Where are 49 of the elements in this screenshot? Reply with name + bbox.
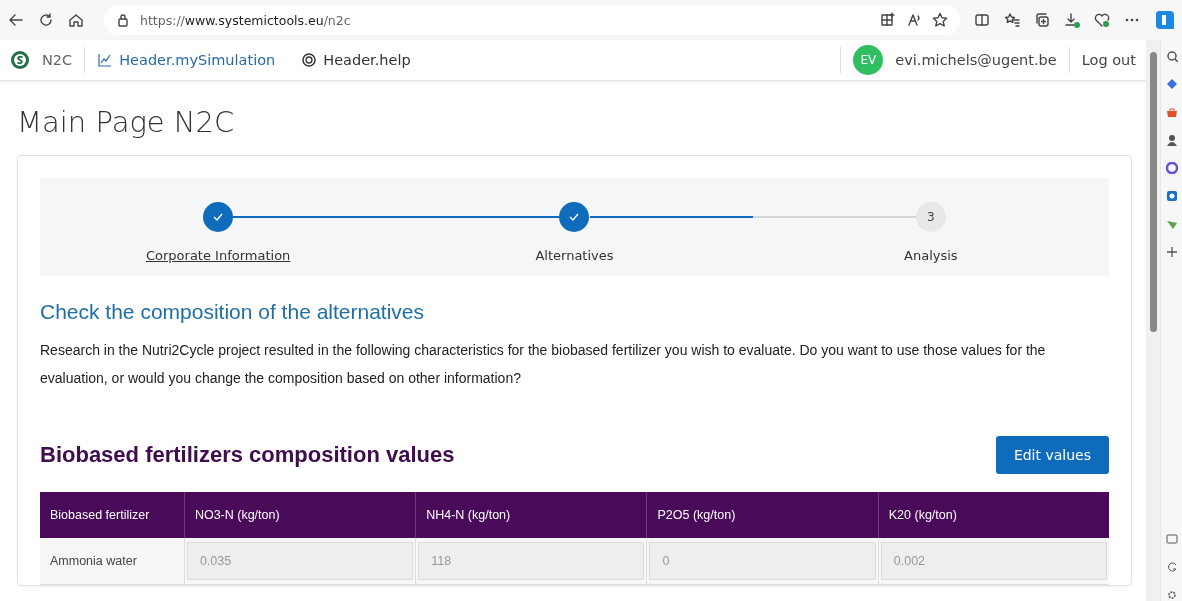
page-title: Main Page N2C [17, 105, 236, 139]
ring-icon[interactable] [1165, 162, 1178, 174]
diamond-icon[interactable] [1165, 78, 1178, 90]
logout-link[interactable]: Log out [1081, 52, 1136, 68]
home-icon[interactable] [68, 12, 84, 28]
column-header: NO3-N (kg/ton) [184, 492, 416, 538]
download-icon[interactable] [1064, 12, 1080, 28]
table-cell: Ammonia water [40, 538, 185, 585]
back-icon[interactable] [8, 12, 24, 28]
star-icon[interactable] [932, 12, 948, 28]
collections-icon[interactable] [1034, 12, 1050, 28]
check-icon [212, 211, 225, 223]
column-header: NH4-N (kg/ton) [415, 492, 647, 538]
reload-icon[interactable] [38, 12, 54, 28]
description-text: Research in the Nutri2Cycle project resulted in the following characteristics for the biobased fertilizer you wish to evaluate. Do you want to use those values for the evaluation, or would you change the composition based on other information? [40, 341, 1047, 388]
read-aloud-icon[interactable] [906, 12, 922, 28]
shopping-bag-icon[interactable] [1165, 106, 1178, 118]
step-link[interactable]: Corporate Information [145, 248, 291, 263]
app-add-icon[interactable] [880, 12, 896, 28]
settings-icon[interactable] [1165, 589, 1178, 601]
split-screen-icon[interactable] [974, 12, 990, 28]
address-field[interactable]: https://www.systemictools.eu/n2c [140, 12, 351, 28]
favorites-icon[interactable] [1004, 12, 1020, 28]
step-label: Analysis [904, 248, 958, 263]
step-number: 3 [915, 202, 946, 232]
edit-values-button[interactable]: Edit values [995, 436, 1109, 474]
column-header: K20 (kg/ton) [878, 492, 1109, 538]
user-email: evi.michels@ugent.be [895, 52, 1057, 68]
health-icon[interactable] [1094, 12, 1110, 28]
send-icon[interactable] [1165, 218, 1178, 230]
search-icon[interactable] [1165, 50, 1178, 62]
help-icon [301, 52, 318, 68]
chart-icon [97, 52, 114, 68]
logo-icon [10, 50, 30, 70]
table-title: Biobased fertilizers composition values [40, 442, 455, 468]
step-label: Alternatives [535, 248, 614, 263]
refresh-icon[interactable] [1165, 561, 1178, 573]
check-icon [568, 211, 581, 223]
nav-link[interactable]: Header.help [301, 52, 411, 68]
person-icon[interactable] [1165, 134, 1178, 146]
window-icon[interactable] [1165, 533, 1178, 545]
scrollbar-thumb[interactable] [1149, 52, 1157, 332]
app-name: N2C [42, 52, 73, 68]
nav-link[interactable]: Header.mySimulation [97, 52, 276, 68]
add-icon[interactable] [1165, 246, 1178, 258]
lock-icon [116, 13, 130, 27]
section-heading: Check the composition of the alternatives [40, 300, 426, 324]
column-header: P2O5 (kg/ton) [647, 492, 879, 538]
column-header: Biobased fertilizer [40, 492, 185, 538]
